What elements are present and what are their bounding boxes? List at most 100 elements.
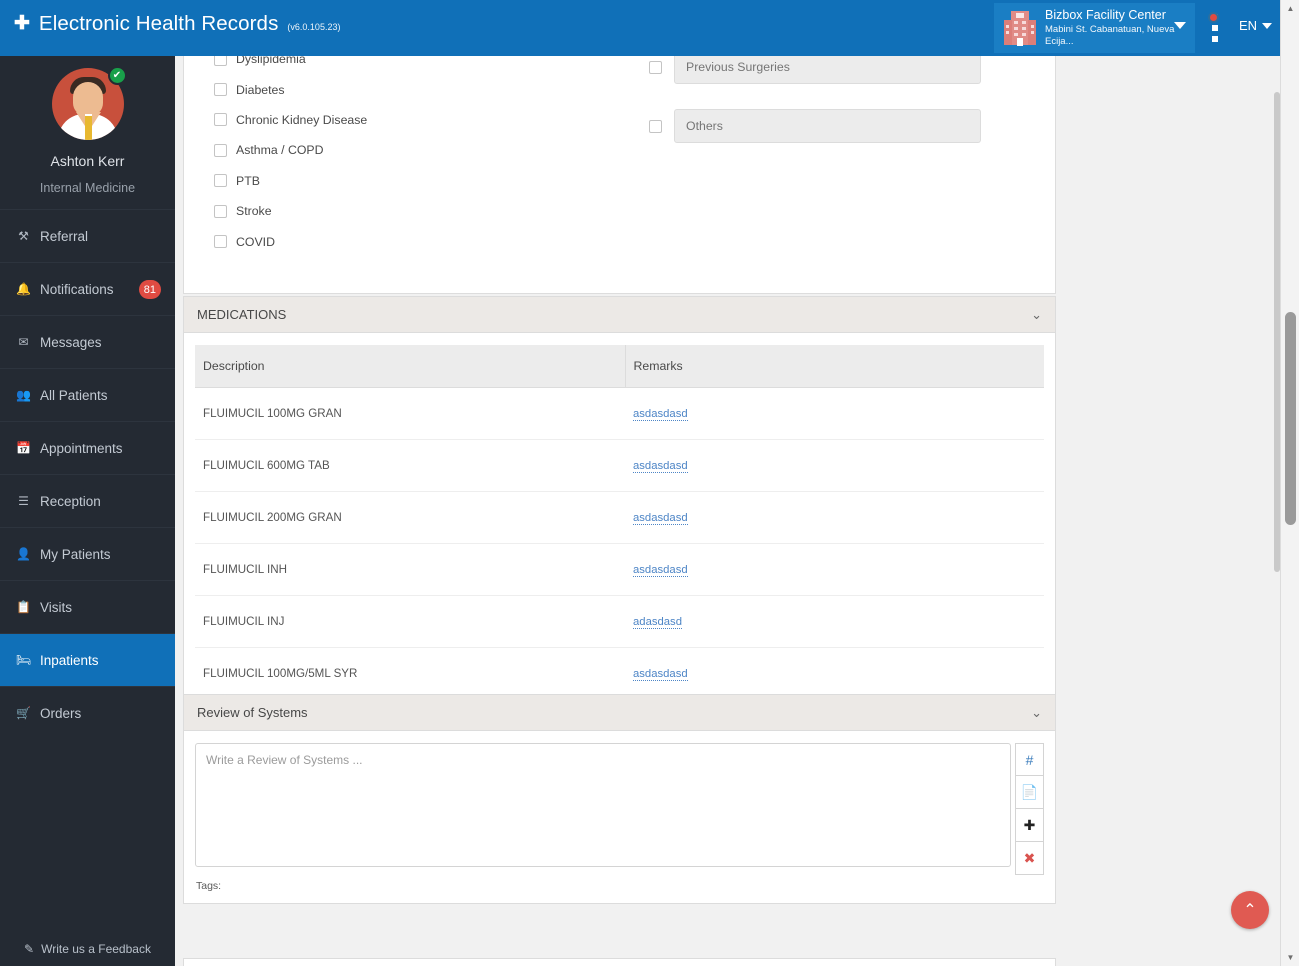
medication-remarks-link[interactable]: asdasdasd: [633, 460, 688, 473]
language-label: EN: [1238, 18, 1257, 33]
profile-name: Ashton Kerr: [50, 153, 125, 169]
sidebar-item-visits[interactable]: 📋 Visits: [0, 580, 175, 633]
scrollbar-arrow-up[interactable]: ▲: [1281, 0, 1299, 17]
envelope-icon: ✉: [18, 335, 29, 349]
sidebar-item-label: Orders: [40, 705, 82, 721]
calendar-icon: 📅: [16, 441, 31, 455]
medication-remarks-link[interactable]: asdasdasd: [633, 668, 688, 681]
medication-description: FLUIMUCIL 100MG/5ML SYR: [203, 667, 358, 680]
medication-remarks-cell: asdasdasd: [625, 543, 1044, 596]
condition-label: Diabetes: [236, 82, 285, 97]
list-icon: ☰: [18, 494, 29, 508]
medication-description: FLUIMUCIL INH: [195, 543, 625, 596]
sidebar-item-inpatients[interactable]: 🛏 Inpatients: [0, 633, 175, 686]
clipboard-icon: 📋: [16, 600, 31, 614]
review-of-systems-panel: Review of Systems ⌄ Tags: #📄✚✖: [183, 694, 1056, 904]
checkbox[interactable]: [214, 174, 227, 188]
chevron-down-icon: [1262, 22, 1272, 29]
condition-label: COVID: [236, 234, 275, 249]
medications-panel-header[interactable]: MEDICATIONS ⌄: [184, 297, 1055, 333]
table-row: FLUIMUCIL INJ adasdasd: [195, 595, 1044, 648]
sidebar-item-label: Inpatients: [40, 652, 99, 668]
app-header: ✚ Electronic Health Records (v6.0.105.23…: [0, 0, 1280, 56]
write-feedback-button[interactable]: ✎ Write us a Feedback: [0, 942, 175, 956]
chevron-down-icon[interactable]: ⌄: [1031, 307, 1042, 323]
column-header-remarks: Remarks: [625, 345, 1044, 388]
condition-row[interactable]: Stroke: [184, 196, 1055, 226]
template-doc-icon[interactable]: 📄: [1015, 776, 1044, 809]
sidebar-item-all-patients[interactable]: 👥 All Patients: [0, 368, 175, 421]
sidebar-item-label: Reception: [40, 493, 101, 509]
checkbox[interactable]: [214, 143, 227, 157]
plus-icon: ✚: [14, 13, 30, 34]
scrollbar-arrow-down[interactable]: ▼: [1281, 949, 1299, 966]
sidebar-profile: ✔ Ashton Kerr Internal Medicine: [0, 46, 175, 209]
medication-remarks-cell: adasdasd: [625, 595, 1044, 648]
sidebar-item-notifications[interactable]: 🔔 Notifications 81: [0, 262, 175, 315]
medication-remarks-link[interactable]: asdasdasd: [633, 408, 688, 421]
referral-icon: ⚒: [18, 229, 29, 243]
medication-description: FLUIMUCIL INJ: [195, 595, 625, 648]
sidebar-item-my-patients[interactable]: 👤 My Patients: [0, 527, 175, 580]
history-field-input[interactable]: [674, 109, 981, 143]
chevron-down-icon[interactable]: ⌄: [1031, 705, 1042, 721]
table-row: FLUIMUCIL INH asdasdasd: [195, 543, 1044, 596]
condition-row[interactable]: PTB: [184, 166, 1055, 196]
language-selector[interactable]: EN: [1239, 18, 1272, 33]
bell-icon: 🔔: [16, 282, 31, 296]
sidebar-nav: ⚒ Referral 🔔 Notifications 81 ✉ Messages 👥 All P…: [0, 209, 175, 739]
checkbox[interactable]: [649, 119, 662, 133]
users-group-icon: 👥: [16, 388, 31, 402]
avatar[interactable]: ✔: [51, 66, 127, 140]
shopping-cart-icon: 🛒: [16, 706, 31, 720]
review-of-systems-body: Tags:: [184, 731, 1055, 903]
checkbox[interactable]: [214, 113, 227, 127]
medication-description: FLUIMUCIL 200MG GRAN: [195, 491, 625, 544]
sidebar-item-reception[interactable]: ☰ Reception: [0, 474, 175, 527]
medications-title: MEDICATIONS: [197, 307, 287, 322]
checkbox[interactable]: [214, 235, 227, 249]
medical-history-panel: Dyslipidemia Diabetes Chronic Kidney Disea…: [183, 46, 1056, 294]
pencil-square-icon: ✎: [24, 942, 35, 956]
facility-selector[interactable]: Bizbox Facility Center Mabini St. Cabana…: [994, 3, 1195, 53]
review-of-systems-header[interactable]: Review of Systems ⌄: [184, 695, 1055, 731]
sidebar-item-label: All Patients: [40, 387, 108, 403]
medication-remarks-link[interactable]: asdasdasd: [633, 512, 688, 525]
sidebar-item-appointments[interactable]: 📅 Appointments: [0, 421, 175, 474]
column-header-description: Description: [195, 345, 626, 388]
scroll-to-top-button[interactable]: ⌃: [1231, 891, 1269, 929]
checkbox[interactable]: [214, 83, 227, 97]
table-row: FLUIMUCIL 100MG GRAN asdasdasd: [195, 387, 1044, 440]
vertical-ellipsis-icon[interactable]: [1207, 12, 1223, 42]
sidebar-item-referral[interactable]: ⚒ Referral: [0, 209, 175, 262]
hashtag-icon[interactable]: #: [1015, 743, 1044, 776]
notification-count-badge: 81: [138, 280, 161, 299]
sidebar-item-orders[interactable]: 🛒 Orders: [0, 686, 175, 739]
sidebar-item-label: Notifications: [40, 281, 114, 297]
notification-dot: [1208, 12, 1219, 23]
medication-description: FLUIMUCIL 100MG GRAN: [195, 387, 625, 440]
plus-icon[interactable]: ✚: [1015, 809, 1044, 842]
sidebar-item-messages[interactable]: ✉ Messages: [0, 315, 175, 368]
user-icon: 👤: [16, 547, 31, 561]
table-row: FLUIMUCIL 200MG GRAN asdasdasd: [195, 491, 1044, 544]
checkbox[interactable]: [214, 204, 227, 218]
chevron-down-icon[interactable]: [1174, 22, 1186, 29]
medications-table: Description Remarks FLUIMUCIL 100MG GRAN…: [195, 345, 1044, 699]
medication-remarks-link[interactable]: adasdasd: [633, 616, 682, 629]
sidebar-item-label: Messages: [40, 334, 102, 350]
sidebar-item-label: Referral: [40, 228, 89, 244]
delete-x-icon[interactable]: ✖: [1015, 842, 1044, 875]
checkbox[interactable]: [649, 60, 662, 74]
medication-remarks-link[interactable]: asdasdasd: [633, 564, 688, 577]
medication-remarks-cell: asdasdasd: [625, 648, 1044, 700]
hospital-building-icon: [1002, 9, 1038, 47]
condition-row[interactable]: COVID: [184, 226, 1055, 256]
online-status-badge: ✔: [107, 66, 127, 85]
window-scrollbar[interactable]: ▲ ▼: [1280, 0, 1299, 966]
app-version: (v6.0.105.23): [287, 22, 341, 32]
bed-icon: 🛏: [15, 653, 32, 667]
review-of-systems-input[interactable]: [195, 743, 1011, 867]
facility-name: Bizbox Facility Center: [1045, 7, 1166, 22]
window-scrollbar-thumb[interactable]: [1285, 312, 1296, 525]
